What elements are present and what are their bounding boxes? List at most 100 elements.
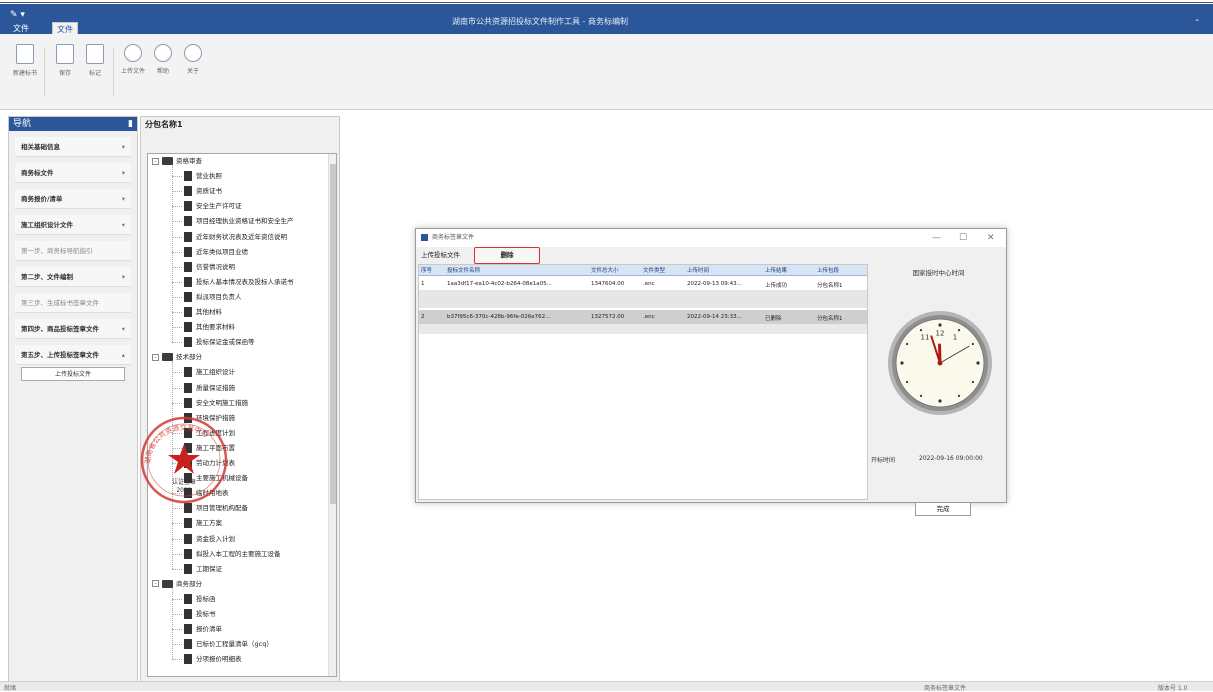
pin-icon[interactable]: ▮ bbox=[128, 117, 133, 131]
about-button[interactable]: 关于 bbox=[178, 44, 208, 75]
mark-label: 标记 bbox=[80, 68, 110, 77]
tree-connector bbox=[172, 644, 182, 645]
tree-item[interactable]: 施工方案 bbox=[184, 516, 222, 531]
upload-bid-file-button[interactable]: 上传投标文件 bbox=[21, 367, 125, 381]
help-button[interactable]: 帮助 bbox=[148, 44, 178, 75]
nav-item-quote-list[interactable]: 商务报价/清单▾ bbox=[15, 189, 131, 209]
cell-type: .enc bbox=[643, 281, 655, 287]
tree-connector bbox=[172, 388, 182, 389]
save-button[interactable]: 保存 bbox=[50, 44, 80, 77]
nav-item-business-file[interactable]: 商务标文件▾ bbox=[15, 163, 131, 183]
tree-item[interactable]: 施工组织设计 bbox=[184, 365, 235, 380]
cell-size: 1327572.00 bbox=[591, 314, 624, 320]
column-header[interactable]: 上传结果 bbox=[765, 266, 787, 274]
column-header[interactable]: 上传包段 bbox=[817, 266, 839, 274]
tree-folder-label: 资格审查 bbox=[176, 157, 202, 165]
dialog-toolbar: 上传投标文件 删除 bbox=[416, 247, 866, 264]
nav-item-step-2[interactable]: 第二步、文件编制▾ bbox=[15, 267, 131, 287]
title-bar: ✎ ▾ 湖南市公共资源招投标文件制作工具 - 商务标编制 文件 文件 - bbox=[0, 4, 1213, 34]
tree-item-label: 拟投入本工程的主要施工设备 bbox=[196, 550, 281, 558]
tree-item[interactable]: 近年财务状况表及近年资信说明 bbox=[184, 230, 287, 245]
column-header[interactable]: 序号 bbox=[421, 266, 432, 274]
tree-item[interactable]: 拟派项目负责人 bbox=[184, 290, 242, 305]
tree-item[interactable]: 拟投入本工程的主要施工设备 bbox=[184, 547, 281, 562]
collapse-icon[interactable]: - bbox=[152, 158, 159, 165]
tree-item[interactable]: 其他要求材料 bbox=[184, 320, 235, 335]
tree-item[interactable]: 分项报价明细表 bbox=[184, 652, 242, 667]
tree-folder[interactable]: - 资格审查 bbox=[152, 154, 202, 169]
upload-dialog: 商务标签章文件 — ☐ ✕ 上传投标文件 删除 序号 投标文件名称 文件总大小 … bbox=[415, 228, 1007, 503]
clock-title: 国家授时中心时间 bbox=[871, 267, 1006, 277]
tree-connector bbox=[172, 508, 182, 509]
tree-item[interactable]: 投标保证金或保函等 bbox=[184, 335, 255, 350]
delete-button[interactable]: 删除 bbox=[474, 247, 540, 264]
save-label: 保存 bbox=[50, 68, 80, 77]
tree-item-label: 近年财务状况表及近年资信说明 bbox=[196, 233, 287, 241]
tree-item[interactable]: 投标函 bbox=[184, 592, 216, 607]
tree-item[interactable]: 其他材料 bbox=[184, 305, 222, 320]
tree-item[interactable]: 投标人基本情况表及投标人承诺书 bbox=[184, 275, 294, 290]
mark-button[interactable]: 标记 bbox=[80, 44, 110, 77]
finish-button[interactable]: 完成 bbox=[915, 502, 971, 516]
tree-item[interactable]: 资质证书 bbox=[184, 184, 222, 199]
tree-item-label: 拟派项目负责人 bbox=[196, 293, 242, 301]
nav-item-step-1[interactable]: 第一步、商务标导航指引 bbox=[15, 241, 131, 261]
nav-item-construction-design[interactable]: 施工组织设计文件▾ bbox=[15, 215, 131, 235]
column-header[interactable]: 上传时间 bbox=[687, 266, 709, 274]
dialog-maximize-button[interactable]: ☐ bbox=[959, 229, 967, 247]
upload-button[interactable]: 上传文件 bbox=[118, 44, 148, 75]
tree-folder[interactable]: -商务部分 bbox=[152, 577, 202, 592]
tree-connector bbox=[172, 554, 182, 555]
cell-no: 1 bbox=[421, 281, 425, 287]
cell-size: 1347604.00 bbox=[591, 281, 624, 287]
tree-item[interactable]: 近年类似项目业绩 bbox=[184, 245, 248, 260]
column-header[interactable]: 投标文件名称 bbox=[447, 266, 480, 274]
tree-connector bbox=[172, 165, 173, 342]
upload-file-button[interactable]: 上传投标文件 bbox=[418, 249, 463, 262]
collapse-icon[interactable]: - bbox=[152, 580, 159, 587]
tree-item[interactable]: 项目经理执业资格证书和安全生产 bbox=[184, 214, 294, 229]
minimize-button[interactable]: - bbox=[1195, 15, 1199, 26]
collapse-icon[interactable]: - bbox=[152, 354, 159, 361]
tree-item-label: 施工方案 bbox=[196, 519, 222, 527]
tree-item-label: 其他材料 bbox=[196, 308, 222, 316]
dialog-close-button[interactable]: ✕ bbox=[987, 229, 995, 247]
table-row[interactable]: 2 b37f95c6-370c-428b-96fe-026e762... 132… bbox=[419, 310, 867, 324]
tree-item[interactable]: 安全文明施工措施 bbox=[184, 396, 248, 411]
dialog-title-bar: 商务标签章文件 — ☐ ✕ bbox=[416, 229, 1006, 247]
nav-item-label: 施工组织设计文件 bbox=[21, 221, 73, 229]
tree-item[interactable]: 安全生产许可证 bbox=[184, 199, 242, 214]
quick-access-toolbar[interactable]: ✎ ▾ bbox=[10, 10, 25, 20]
cell-no: 2 bbox=[421, 314, 425, 320]
nav-item-step-5[interactable]: 第五步、上传投标签章文件▴ bbox=[15, 345, 131, 365]
tree-item-label: 工期保证 bbox=[196, 565, 222, 573]
tree-item[interactable]: 资金投入计划 bbox=[184, 532, 235, 547]
tree-item[interactable]: 工期保证 bbox=[184, 562, 222, 577]
tree-item[interactable]: 营业执照 bbox=[184, 169, 222, 184]
dialog-minimize-button[interactable]: — bbox=[932, 229, 941, 247]
ribbon: 新建标书 保存 标记 上传文件 帮助 关于 bbox=[0, 34, 1213, 110]
clock-tick bbox=[938, 399, 941, 402]
tree-item[interactable]: 信誉情况说明 bbox=[184, 260, 235, 275]
column-header[interactable]: 文件类型 bbox=[643, 266, 665, 274]
cell-result: 已删除 bbox=[765, 314, 782, 322]
tree-item[interactable]: 报价清单 bbox=[184, 622, 222, 637]
tree-item[interactable]: 已标价工程量清单（gcq） bbox=[184, 637, 273, 652]
scrollbar-thumb[interactable] bbox=[330, 164, 336, 504]
nav-item-basic-info[interactable]: 相关基础信息▾ bbox=[15, 137, 131, 157]
save-icon bbox=[56, 44, 74, 64]
nav-item-step-3[interactable]: 第三步、生成标书签章文件 bbox=[15, 293, 131, 313]
clock-number: 11 bbox=[921, 334, 930, 342]
tree-scrollbar[interactable] bbox=[328, 154, 336, 676]
nav-item-step-4[interactable]: 第四步、商品投标签章文件▾ bbox=[15, 319, 131, 339]
tree-item[interactable]: 质量保证措施 bbox=[184, 381, 235, 396]
column-header[interactable]: 文件总大小 bbox=[591, 266, 619, 274]
app-icon bbox=[421, 234, 428, 241]
new-document-button[interactable]: 新建标书 bbox=[10, 44, 40, 77]
nav-item-label: 商务标文件 bbox=[21, 169, 54, 177]
clock-tick bbox=[958, 329, 960, 331]
tree-folder[interactable]: -技术部分 bbox=[152, 350, 202, 365]
table-row[interactable]: 1 1aa3df17-ea10-4c02-b264-08e1a05... 134… bbox=[419, 279, 867, 290]
tree-item-label: 报价清单 bbox=[196, 625, 222, 633]
tree-item[interactable]: 投标书 bbox=[184, 607, 216, 622]
